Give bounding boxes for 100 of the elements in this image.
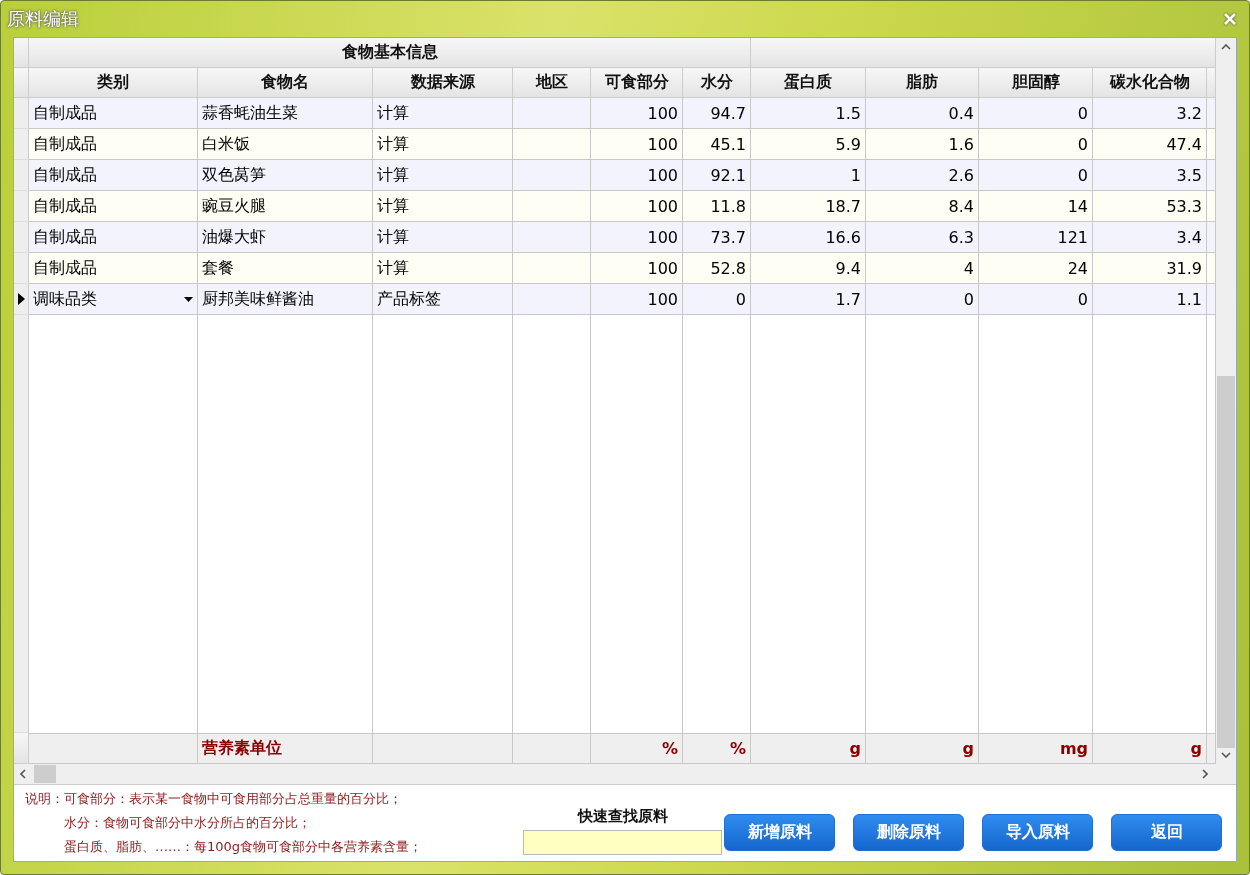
table-cell: 45.1 [683, 129, 751, 160]
column-header[interactable]: 类别 [29, 68, 198, 98]
row-header-cell [14, 68, 29, 98]
unit-cell: g [1093, 733, 1207, 764]
table-cell: 0.4 [866, 98, 979, 129]
scrollbar-thumb[interactable] [34, 765, 56, 783]
column-header[interactable]: 水分 [683, 68, 751, 98]
table-cell: 3.5 [1093, 160, 1207, 191]
table-cell: 0 [979, 129, 1093, 160]
scroll-left-icon[interactable] [20, 769, 26, 779]
table-cell [1207, 284, 1216, 315]
table-cell: 套餐 [198, 253, 373, 284]
table-cell: 0 [979, 284, 1093, 315]
table-cell: 双色莴笋 [198, 160, 373, 191]
action-button[interactable]: 返回 [1111, 813, 1222, 851]
table-cell: 100 [591, 284, 683, 315]
vertical-scrollbar[interactable] [1216, 38, 1236, 764]
dropdown-cell[interactable]: 调味品类 [29, 284, 198, 315]
table-cell: 2.6 [866, 160, 979, 191]
note-text: 水分：食物可食部分中水分所占的百分比； [64, 814, 312, 832]
action-button[interactable]: 导入原料 [982, 813, 1093, 851]
table-cell [1207, 222, 1216, 253]
column-header[interactable]: 胆固醇 [979, 68, 1093, 98]
column-header[interactable]: 数据来源 [373, 68, 513, 98]
table-cell: 计算 [373, 160, 513, 191]
column-header[interactable]: 可食部分 [591, 68, 683, 98]
table-cell: 自制成品 [29, 222, 198, 253]
table-cell: 5.9 [751, 129, 866, 160]
column-header[interactable]: 蛋白质 [751, 68, 866, 98]
column-header[interactable]: 地区 [513, 68, 591, 98]
table-cell: 100 [591, 191, 683, 222]
table-cell: 100 [591, 129, 683, 160]
search-field[interactable] [523, 830, 722, 855]
horizontal-scrollbar[interactable] [14, 764, 1236, 785]
row-header-cell [14, 733, 29, 764]
table-cell: 0 [979, 98, 1093, 129]
column-header[interactable]: 碳水化合物 [1093, 68, 1207, 98]
table-cell: 0 [866, 284, 979, 315]
table-cell [1207, 253, 1216, 284]
table-cell: 73.7 [683, 222, 751, 253]
table-cell: 蒜香蚝油生菜 [198, 98, 373, 129]
table-cell: 18.7 [751, 191, 866, 222]
table-cell: 52.8 [683, 253, 751, 284]
table-cell: 油爆大虾 [198, 222, 373, 253]
table-cell [1207, 160, 1216, 191]
row-header-cell[interactable] [14, 253, 29, 284]
scroll-down-icon[interactable] [1221, 752, 1231, 758]
scroll-right-icon[interactable] [1202, 769, 1208, 779]
row-header-cell[interactable] [14, 98, 29, 129]
table-cell: 47.4 [1093, 129, 1207, 160]
table-cell: 1.1 [1093, 284, 1207, 315]
action-button[interactable]: 删除原料 [853, 813, 964, 851]
table-cell: 1.7 [751, 284, 866, 315]
close-icon[interactable] [1223, 12, 1237, 26]
table-cell: 0 [683, 284, 751, 315]
unit-cell: g [751, 733, 866, 764]
table-cell: 自制成品 [29, 253, 198, 284]
table-cell [1207, 98, 1216, 129]
unit-cell: % [683, 733, 751, 764]
table-cell: 自制成品 [29, 191, 198, 222]
table-cell: 6.3 [866, 222, 979, 253]
table-cell: 94.7 [683, 98, 751, 129]
table-cell: 计算 [373, 129, 513, 160]
table-cell: 1 [751, 160, 866, 191]
scrollbar-thumb[interactable] [1217, 376, 1235, 748]
table-cell: 100 [591, 98, 683, 129]
dropdown-caret-icon[interactable] [184, 296, 193, 302]
table-cell: 3.4 [1093, 222, 1207, 253]
row-header-cell[interactable] [14, 284, 29, 315]
table-cell: 100 [591, 222, 683, 253]
row-header-cell[interactable] [14, 222, 29, 253]
note-text: 蛋白质、脂肪、……：每100g食物可食部分中各营养素含量； [64, 838, 423, 856]
table-cell: 计算 [373, 253, 513, 284]
unit-cell: % [591, 733, 683, 764]
column-header[interactable]: 脂肪 [866, 68, 979, 98]
table-cell: 自制成品 [29, 98, 198, 129]
table-cell: 计算 [373, 98, 513, 129]
table-cell: 计算 [373, 191, 513, 222]
table-cell: 4 [866, 253, 979, 284]
table-cell: 计算 [373, 222, 513, 253]
table-cell: 11.8 [683, 191, 751, 222]
corner-header-cell [14, 38, 29, 68]
notes-label: 说明： [25, 790, 64, 808]
column-header[interactable]: 食物名 [198, 68, 373, 98]
row-header-cell[interactable] [14, 160, 29, 191]
unit-cell [1207, 733, 1216, 764]
table-cell: 自制成品 [29, 129, 198, 160]
row-header-cell[interactable] [14, 129, 29, 160]
table-cell: 8.4 [866, 191, 979, 222]
current-row-icon [17, 293, 25, 305]
table-cell: 53.3 [1093, 191, 1207, 222]
table-cell: 豌豆火腿 [198, 191, 373, 222]
table-cell: 31.9 [1093, 253, 1207, 284]
column-header[interactable] [1207, 68, 1216, 98]
scroll-up-icon[interactable] [1221, 44, 1231, 50]
table-cell: 自制成品 [29, 160, 198, 191]
group-header: 食物基本信息 [29, 38, 751, 68]
table-cell: 14 [979, 191, 1093, 222]
row-header-cell[interactable] [14, 191, 29, 222]
action-button[interactable]: 新增原料 [724, 813, 835, 851]
